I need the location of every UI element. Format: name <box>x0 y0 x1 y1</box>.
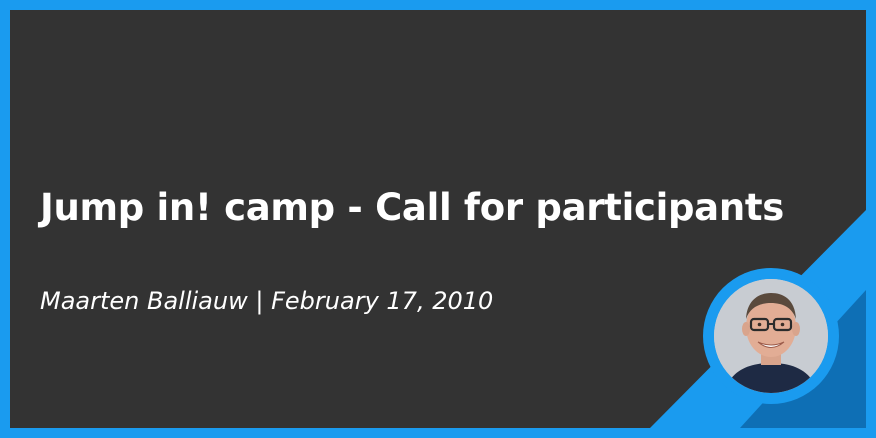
author-photo-icon <box>714 279 828 393</box>
post-date: February 17, 2010 <box>271 287 494 315</box>
post-title: Jump in! camp - Call for participants <box>40 186 784 229</box>
author-name: Maarten Balliauw <box>40 287 248 315</box>
byline-separator: | <box>255 287 264 315</box>
post-card: Jump in! camp - Call for participants Ma… <box>0 0 876 438</box>
post-byline: Maarten Balliauw | February 17, 2010 <box>40 287 493 315</box>
avatar <box>714 279 828 393</box>
